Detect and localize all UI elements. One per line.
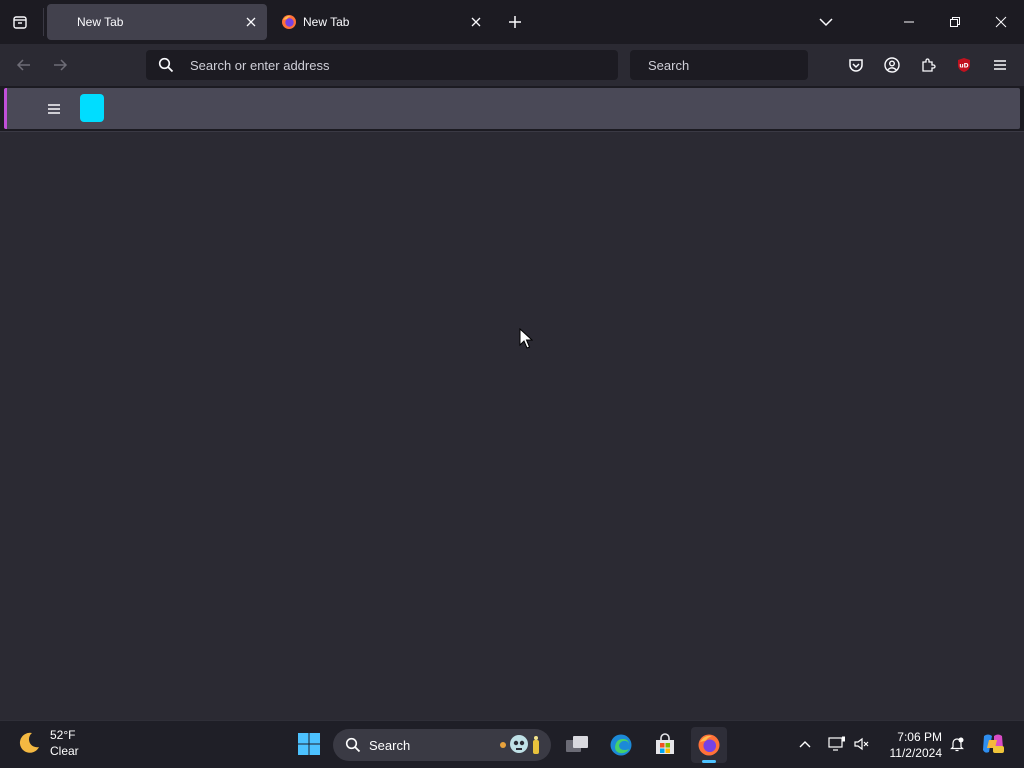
pocket-icon	[849, 59, 863, 72]
cyan-tile-button[interactable]	[80, 94, 104, 122]
close-icon	[246, 17, 256, 27]
list-all-tabs-button[interactable]	[814, 10, 838, 34]
firefox-taskbar-button[interactable]	[691, 727, 727, 763]
system-clock[interactable]: 7:06 PM 11/2/2024	[880, 729, 943, 761]
task-view-button[interactable]	[559, 727, 595, 763]
copilot-button[interactable]	[980, 731, 1006, 757]
restore-button[interactable]	[932, 0, 978, 44]
arrow-right-icon	[54, 59, 68, 71]
pocket-button[interactable]	[844, 53, 868, 77]
mouse-cursor-icon	[519, 328, 533, 349]
ublock-origin-button[interactable]: uD	[952, 53, 976, 77]
minimize-icon	[904, 21, 914, 23]
start-button[interactable]	[294, 729, 324, 759]
taskbar-search-label: Search	[369, 737, 411, 753]
navigation-toolbar: uD	[0, 44, 1024, 86]
arrow-left-icon	[16, 59, 30, 71]
tab-close-button[interactable]	[466, 12, 486, 32]
notification-bell-icon	[950, 737, 964, 752]
active-app-indicator	[702, 760, 716, 763]
show-hidden-icons-button[interactable]	[794, 733, 816, 755]
page-content-area[interactable]	[0, 132, 1024, 720]
task-view-icon	[566, 736, 588, 752]
tab-separator	[43, 8, 44, 36]
chevron-up-icon	[799, 741, 811, 748]
clock-time: 7:06 PM	[897, 730, 942, 744]
edge-taskbar-button[interactable]	[603, 727, 639, 763]
tab-title: New Tab	[303, 15, 350, 29]
firefox-view-icon	[13, 16, 27, 29]
search-icon	[345, 737, 361, 753]
puzzle-icon	[922, 58, 936, 72]
close-icon	[471, 17, 481, 27]
chevron-down-icon	[819, 18, 833, 27]
weather-widget[interactable]: 52°F Clear	[16, 727, 79, 759]
tab-close-button[interactable]	[241, 12, 261, 32]
volume-muted-icon	[854, 737, 869, 751]
tab-title: New Tab	[77, 15, 124, 29]
edge-icon	[610, 734, 632, 756]
tab-strip: New Tab New Tab	[0, 0, 1024, 44]
close-window-button[interactable]	[978, 0, 1024, 44]
minimize-button[interactable]	[886, 0, 932, 44]
volume-button[interactable]	[851, 733, 873, 755]
firefox-view-button[interactable]	[8, 10, 32, 34]
search-icon	[158, 57, 174, 73]
plus-icon	[509, 16, 521, 28]
extension-toolbar	[4, 88, 1020, 129]
tab-new-tab[interactable]: New Tab	[272, 4, 492, 40]
firefox-icon	[282, 15, 296, 29]
windows-taskbar: 52°F Clear Search 7:06 PM 11/2/2024	[0, 720, 1024, 768]
microsoft-store-icon	[656, 733, 674, 754]
app-menu-button[interactable]	[988, 53, 1012, 77]
network-display-icon	[828, 736, 845, 751]
extension-menu-button[interactable]	[45, 100, 63, 118]
microsoft-store-taskbar-button[interactable]	[647, 727, 683, 763]
moon-icon	[19, 732, 39, 753]
hamburger-menu-icon	[48, 104, 60, 114]
search-bar[interactable]	[630, 50, 824, 80]
ublock-badge-text: uD	[959, 63, 968, 70]
new-tab-button[interactable]	[503, 10, 527, 34]
address-bar[interactable]	[146, 50, 618, 80]
close-icon	[995, 16, 1007, 28]
account-button[interactable]	[880, 53, 904, 77]
search-highlight-skull-icon	[500, 735, 539, 754]
copilot-icon	[983, 734, 1004, 753]
weather-temperature: 52°F	[50, 728, 76, 742]
weather-condition: Clear	[50, 744, 79, 758]
ublock-shield-icon: uD	[958, 58, 970, 72]
clock-date: 11/2/2024	[889, 746, 943, 760]
taskbar-search[interactable]: Search	[333, 729, 551, 761]
back-button[interactable]	[12, 53, 36, 77]
account-icon	[884, 57, 900, 73]
address-input[interactable]	[190, 57, 618, 73]
search-input[interactable]	[648, 57, 824, 73]
notifications-button[interactable]	[946, 733, 968, 755]
windows-logo-icon	[298, 733, 320, 755]
restore-icon	[950, 17, 960, 27]
firefox-icon	[698, 734, 720, 756]
extensions-button[interactable]	[916, 53, 940, 77]
tab-new-tab-active[interactable]: New Tab	[47, 4, 267, 40]
forward-button[interactable]	[48, 53, 72, 77]
hamburger-menu-icon	[994, 60, 1006, 70]
network-button[interactable]	[826, 733, 848, 755]
